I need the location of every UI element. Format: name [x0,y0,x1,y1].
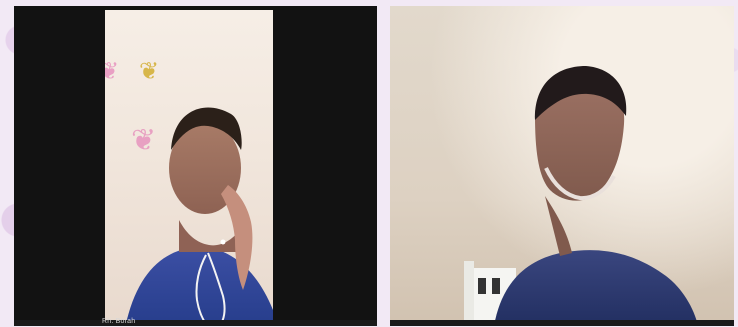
participant-video-tile[interactable] [390,6,734,326]
participant-video-tile[interactable]: ❦ ❦ ❦ Rh. Borah [14,6,377,326]
participant-name-bar [14,320,377,326]
participant-figure-illustration [125,107,273,326]
participant-name-bar [390,320,734,326]
participant-name: Rh. Borah [102,318,136,325]
video-call-screen: ❦ ❦ ❦ Rh. Borah [0,0,738,327]
participant-video-feed: ❦ ❦ ❦ [105,10,273,326]
participant-figure-illustration [464,66,698,326]
